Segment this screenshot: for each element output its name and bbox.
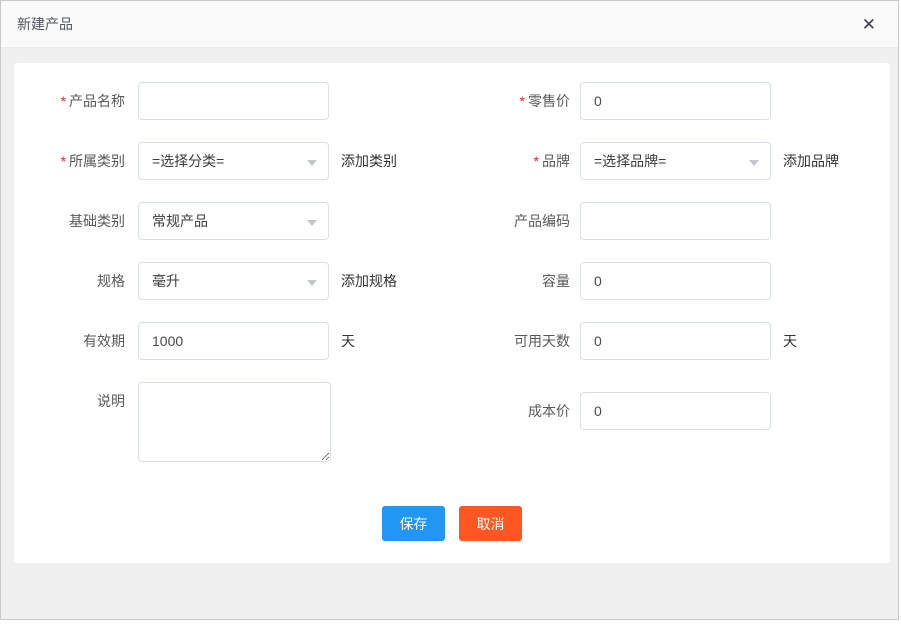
close-icon[interactable]: ✕ [856,12,882,37]
save-button[interactable]: 保存 [382,506,445,541]
form-column-right: *零售价 *品牌 =选择品牌= 添加品牌 产品编码 容量 [454,82,890,484]
capacity-input[interactable] [580,262,771,300]
spec-select[interactable]: 毫升 [138,262,329,300]
category-select[interactable]: =选择分类= [138,142,329,180]
field-row-description: 说明 [14,382,454,462]
available-days-input[interactable] [580,322,771,360]
caret-down-icon [307,220,317,226]
product-code-input[interactable] [580,202,771,240]
field-row-product-name: *产品名称 [14,82,454,120]
retail-price-label: *零售价 [454,82,580,120]
dialog-actions: 保存 取消 [14,506,890,541]
validity-unit-label: 天 [341,322,355,360]
base-category-select-value: 常规产品 [139,203,328,239]
form-column-left: *产品名称 *所属类别 =选择分类= 添加类别 基础类别 常规产品 [14,82,454,484]
form-columns: *产品名称 *所属类别 =选择分类= 添加类别 基础类别 常规产品 [14,63,890,484]
new-product-dialog: 新建产品 ✕ *产品名称 *所属类别 =选择分类= 添加类别 [0,0,899,620]
validity-input[interactable] [138,322,329,360]
field-row-validity: 有效期 天 [14,322,454,360]
caret-down-icon [749,160,759,166]
cancel-button[interactable]: 取消 [459,506,522,541]
spec-select-value: 毫升 [139,263,328,299]
field-row-spec: 规格 毫升 添加规格 [14,262,454,300]
required-asterisk: * [61,153,66,169]
description-label: 说明 [14,382,138,462]
base-category-select[interactable]: 常规产品 [138,202,329,240]
cost-price-label: 成本价 [454,392,580,430]
base-category-label: 基础类别 [14,202,138,240]
field-row-product-code: 产品编码 [454,202,890,240]
caret-down-icon [307,160,317,166]
category-select-value: =选择分类= [139,143,328,179]
add-spec-link[interactable]: 添加规格 [341,262,397,300]
dialog-title: 新建产品 [17,14,73,34]
caret-down-icon [307,280,317,286]
product-name-input[interactable] [138,82,329,120]
field-row-capacity: 容量 [454,262,890,300]
brand-select-value: =选择品牌= [581,143,770,179]
add-brand-link[interactable]: 添加品牌 [783,142,839,180]
product-name-label: *产品名称 [14,82,138,120]
field-row-category: *所属类别 =选择分类= 添加类别 [14,142,454,180]
required-asterisk: * [520,93,525,109]
field-row-brand: *品牌 =选择品牌= 添加品牌 [454,142,890,180]
available-days-unit-label: 天 [783,322,797,360]
brand-select[interactable]: =选择品牌= [580,142,771,180]
description-textarea[interactable] [138,382,331,462]
retail-price-input[interactable] [580,82,771,120]
field-row-available-days: 可用天数 天 [454,322,890,360]
add-category-link[interactable]: 添加类别 [341,142,397,180]
form-card: *产品名称 *所属类别 =选择分类= 添加类别 基础类别 常规产品 [14,63,890,563]
capacity-label: 容量 [454,262,580,300]
validity-label: 有效期 [14,322,138,360]
category-label: *所属类别 [14,142,138,180]
cost-price-input[interactable] [580,392,771,430]
required-asterisk: * [534,153,539,169]
brand-label: *品牌 [454,142,580,180]
field-row-retail-price: *零售价 [454,82,890,120]
required-asterisk: * [61,93,66,109]
dialog-header: 新建产品 ✕ [1,1,898,48]
field-row-base-category: 基础类别 常规产品 [14,202,454,240]
available-days-label: 可用天数 [454,322,580,360]
field-row-cost-price: 成本价 [454,392,890,430]
product-code-label: 产品编码 [454,202,580,240]
spec-label: 规格 [14,262,138,300]
